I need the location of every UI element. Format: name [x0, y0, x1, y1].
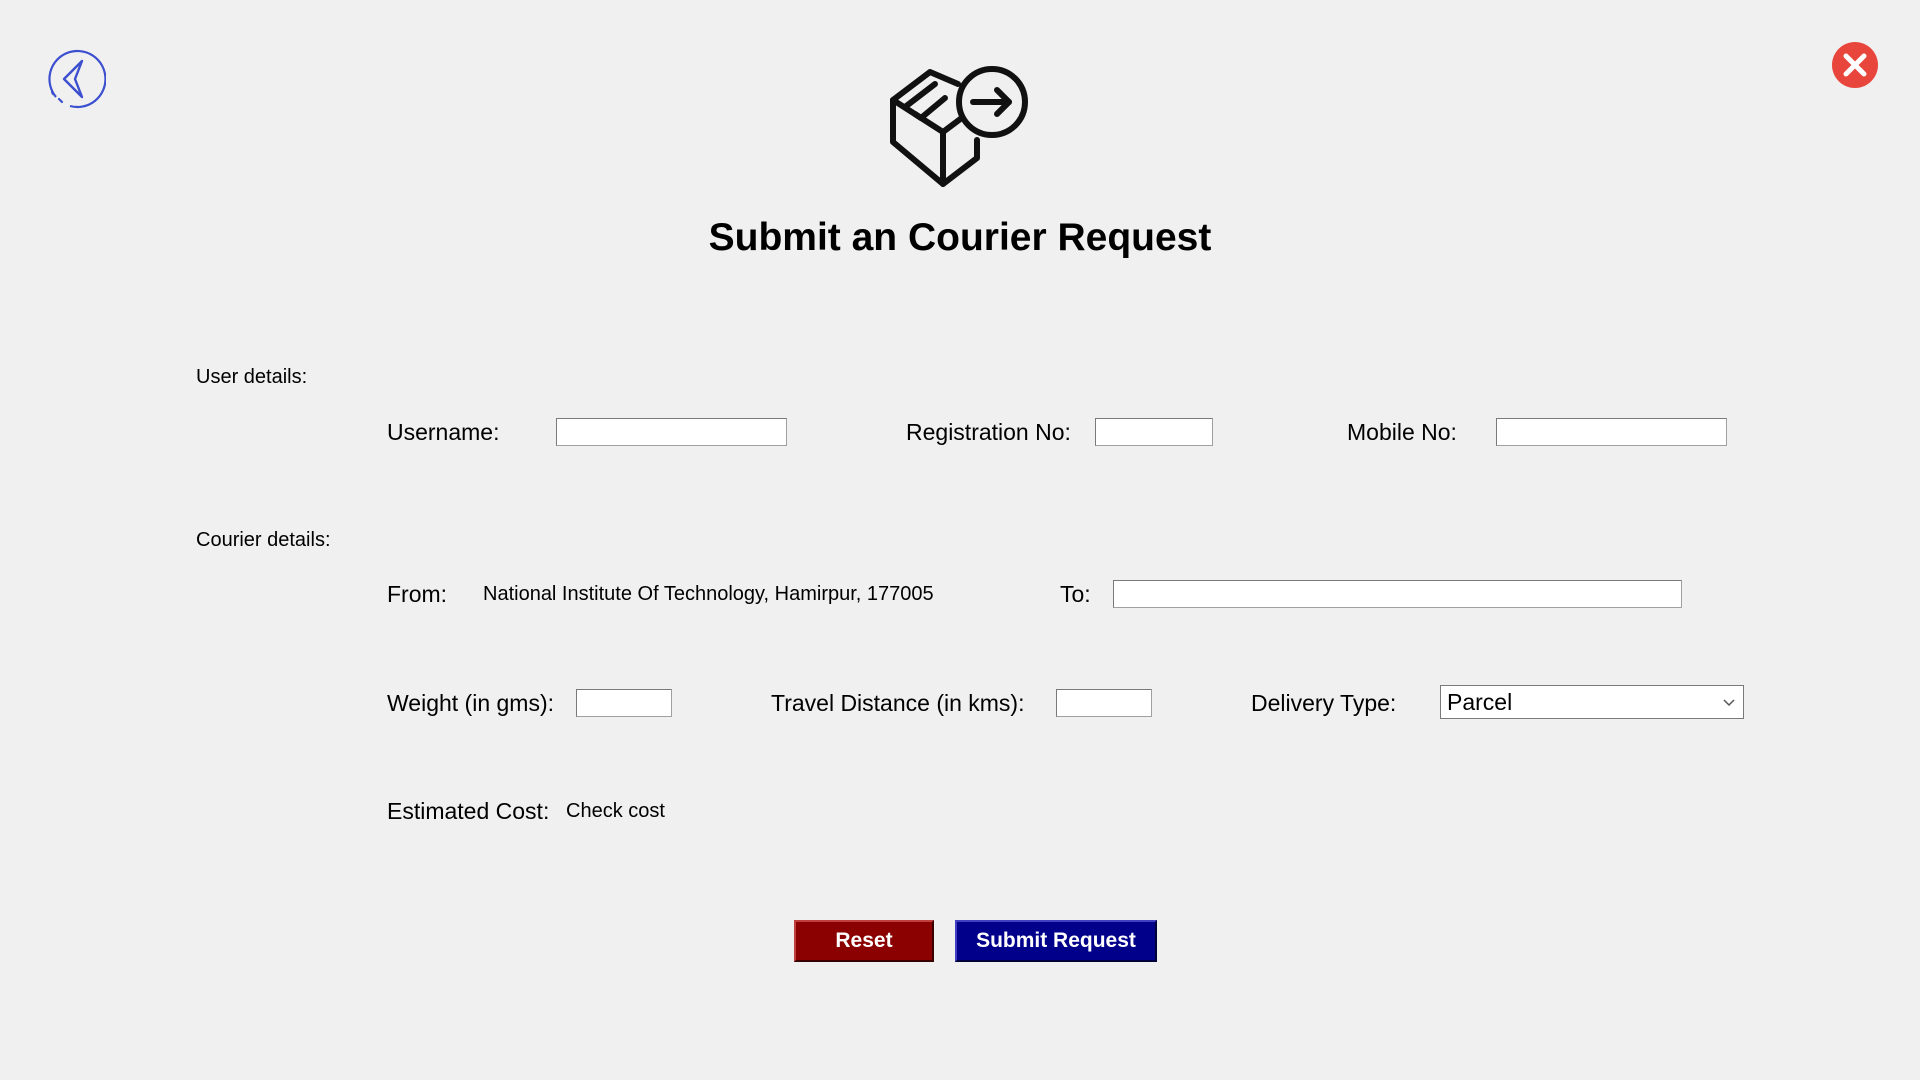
weight-label: Weight (in gms): [387, 690, 555, 716]
submit-request-button[interactable]: Submit Request [955, 920, 1157, 962]
username-label: Username: [387, 419, 500, 445]
user-details-label: User details: [196, 366, 308, 388]
mobile-no-label: Mobile No: [1347, 419, 1457, 445]
estimated-cost-label: Estimated Cost: [387, 798, 550, 824]
delivery-type-selected-value: Parcel [1447, 688, 1513, 715]
close-button[interactable] [1830, 40, 1880, 90]
travel-distance-label: Travel Distance (in kms): [771, 690, 1025, 716]
username-input[interactable] [556, 418, 787, 446]
estimated-cost-value: Check cost [566, 800, 665, 822]
weight-input[interactable] [576, 689, 672, 717]
from-label: From: [387, 581, 448, 607]
courier-request-window: Submit an Courier Request User details: … [0, 0, 1920, 1080]
chevron-down-icon [1723, 699, 1735, 707]
close-icon [1832, 42, 1878, 88]
to-address-input[interactable] [1113, 580, 1682, 608]
page-title: Submit an Courier Request [708, 216, 1212, 259]
travel-distance-input[interactable] [1056, 689, 1152, 717]
from-address-value: National Institute Of Technology, Hamirp… [483, 583, 934, 605]
back-button[interactable] [42, 47, 107, 111]
delivery-type-select[interactable]: Parcel [1440, 685, 1744, 719]
package-logo [885, 62, 1035, 192]
courier-details-label: Courier details: [196, 529, 331, 551]
back-arrow-icon [48, 49, 107, 109]
registration-no-input[interactable] [1095, 418, 1213, 446]
package-send-icon [890, 66, 1028, 187]
to-label: To: [1060, 581, 1091, 607]
delivery-type-label: Delivery Type: [1251, 690, 1397, 716]
reset-button[interactable]: Reset [794, 920, 934, 962]
registration-no-label: Registration No: [906, 419, 1071, 445]
mobile-no-input[interactable] [1496, 418, 1727, 446]
